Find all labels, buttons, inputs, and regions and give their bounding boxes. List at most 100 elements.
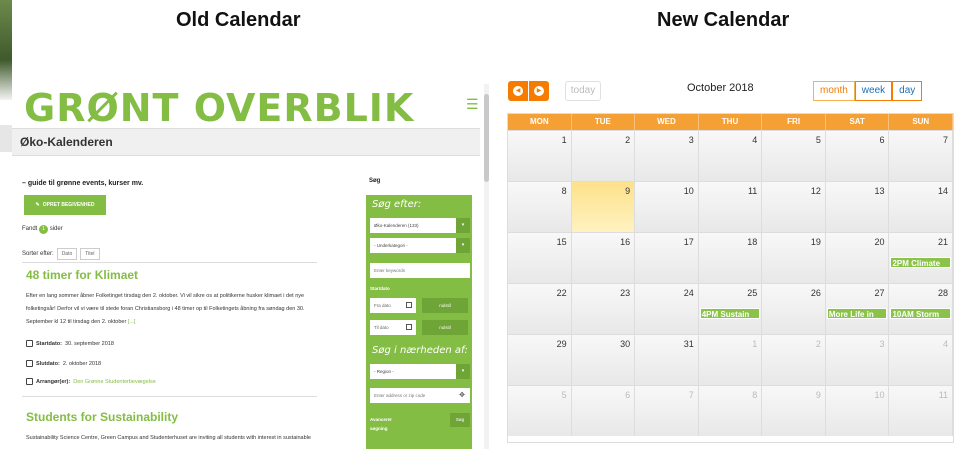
day-cell[interactable]: 4 xyxy=(698,131,763,181)
site-logo[interactable]: GRØNT OVERBLIK xyxy=(24,86,414,130)
day-number: 27 xyxy=(874,288,885,298)
day-cell[interactable]: 31 xyxy=(635,335,699,385)
day-cell[interactable]: 14 xyxy=(889,182,954,232)
to-date-input[interactable]: Til dato xyxy=(370,320,416,335)
day-cell[interactable]: 30 xyxy=(571,335,636,385)
from-date-input[interactable]: Fra dato xyxy=(370,298,416,313)
scrollbar-thumb[interactable] xyxy=(484,94,489,182)
day-cell[interactable]: 26 xyxy=(762,284,826,334)
category-select[interactable]: Øko-Kalenderen (133) ▾ xyxy=(370,218,470,233)
day-cell[interactable]: 24 xyxy=(635,284,699,334)
day-cell[interactable]: 3 xyxy=(825,335,890,385)
subcategory-select[interactable]: - Underkategori - ▾ xyxy=(370,238,470,253)
address-input[interactable]: Enter address or zip code ✥ xyxy=(370,388,470,403)
prev-month-button[interactable]: ◀ xyxy=(508,81,528,101)
subcategory-value: - Underkategori - xyxy=(374,243,408,248)
create-event-button[interactable]: ✎ OPRET BEGIVENHED xyxy=(24,195,106,215)
weekday-tue: TUE xyxy=(572,114,636,130)
day-cell[interactable]: 21 2PM Climate xyxy=(889,233,954,283)
sort-by-date-button[interactable]: Dato xyxy=(56,248,78,260)
weekday-thu: THU xyxy=(699,114,763,130)
next-month-button[interactable]: ▶ xyxy=(529,81,549,101)
day-cell[interactable]: 17 xyxy=(635,233,699,283)
day-cell[interactable]: 1 xyxy=(698,335,763,385)
day-cell[interactable]: 2 xyxy=(762,335,826,385)
month-grid: MON TUE WED THU FRI SAT SUN 1 2 3 4 5 6 7 8 9 10 11 12 13 1… xyxy=(507,113,954,443)
day-view-button[interactable]: day xyxy=(892,81,923,101)
background-photo-edge xyxy=(0,0,12,100)
day-cell[interactable]: 10 xyxy=(825,386,890,436)
organizer-link[interactable]: Den Grønne Studenterbevægelse xyxy=(73,379,156,385)
day-cell[interactable]: 15 xyxy=(508,233,572,283)
day-cell[interactable]: 23 xyxy=(571,284,636,334)
day-number: 19 xyxy=(810,237,821,247)
day-cell[interactable]: 25 4PM Sustain xyxy=(698,284,763,334)
calendar-event[interactable]: 4PM Sustain xyxy=(699,308,761,319)
day-cell[interactable]: 28 10AM Storm xyxy=(889,284,954,334)
day-cell[interactable]: 16 xyxy=(571,233,636,283)
keywords-input[interactable]: Enter keywords xyxy=(370,263,470,278)
day-number: 9 xyxy=(625,186,631,196)
day-cell[interactable]: 10 xyxy=(635,182,699,232)
calendar-event[interactable]: 10AM Storm xyxy=(890,308,952,319)
day-cell[interactable]: 29 xyxy=(508,335,572,385)
day-number: 6 xyxy=(879,135,885,145)
reset-to-button[interactable]: nulstil xyxy=(422,320,468,335)
advanced-search-link[interactable]: Avanceret søgning xyxy=(370,415,410,433)
day-cell[interactable]: 8 xyxy=(508,182,572,232)
search-button[interactable]: Søg xyxy=(450,413,470,427)
event-title-link[interactable]: 48 timer for Klimaet xyxy=(26,268,138,282)
day-number: 23 xyxy=(620,288,631,298)
today-button[interactable]: today xyxy=(565,81,601,101)
day-number: 11 xyxy=(747,186,758,196)
week-view-button[interactable]: week xyxy=(854,81,893,101)
day-cell[interactable]: 6 xyxy=(571,386,636,436)
day-cell[interactable]: 9 xyxy=(571,182,636,232)
day-cell[interactable]: 1 xyxy=(508,131,572,181)
day-cell[interactable]: 19 xyxy=(762,233,826,283)
day-number: 3 xyxy=(879,339,885,349)
people-icon xyxy=(26,378,33,385)
day-number: 1 xyxy=(561,135,567,145)
day-cell[interactable]: 4 xyxy=(889,335,954,385)
day-cell[interactable]: 11 xyxy=(698,182,763,232)
region-select[interactable]: - Region - ▾ xyxy=(370,364,470,379)
week-row: 5 6 7 8 9 10 11 xyxy=(508,385,954,436)
week-row: 29 30 31 1 2 3 4 xyxy=(508,334,954,385)
day-number: 4 xyxy=(752,135,758,145)
day-cell[interactable]: 13 xyxy=(825,182,890,232)
day-cell[interactable]: 8 xyxy=(698,386,763,436)
day-cell[interactable]: 11 xyxy=(889,386,954,436)
calendar-event[interactable]: More Life in xyxy=(826,308,888,319)
count-badge: 1 xyxy=(39,225,49,234)
day-number: 24 xyxy=(683,288,694,298)
day-number: 6 xyxy=(625,390,631,400)
day-cell[interactable]: 7 xyxy=(889,131,954,181)
month-view-button[interactable]: month xyxy=(813,81,855,101)
day-number: 4 xyxy=(943,339,949,349)
day-cell[interactable]: 9 xyxy=(762,386,826,436)
sort-controls: Sorter efter: Dato Titel xyxy=(22,248,100,260)
day-number: 2 xyxy=(815,339,821,349)
day-cell[interactable]: 22 xyxy=(508,284,572,334)
day-number: 15 xyxy=(556,237,567,247)
day-number: 11 xyxy=(938,390,949,400)
calendar-event[interactable]: 2PM Climate xyxy=(890,257,952,268)
day-cell[interactable]: 12 xyxy=(762,182,826,232)
day-cell[interactable]: 27 More Life in xyxy=(825,284,890,334)
day-cell[interactable]: 18 xyxy=(698,233,763,283)
day-cell[interactable]: 6 xyxy=(825,131,890,181)
day-cell[interactable]: 7 xyxy=(635,386,699,436)
read-more-link[interactable]: [...] xyxy=(128,319,136,325)
day-cell[interactable]: 5 xyxy=(508,386,572,436)
day-number: 31 xyxy=(683,339,694,349)
day-cell[interactable]: 5 xyxy=(762,131,826,181)
sort-by-title-button[interactable]: Titel xyxy=(80,248,100,260)
event-title-link[interactable]: Students for Sustainability xyxy=(26,410,178,424)
day-cell[interactable]: 2 xyxy=(571,131,636,181)
start-date-value: 30. september 2018 xyxy=(64,340,114,347)
day-cell[interactable]: 3 xyxy=(635,131,699,181)
day-cell[interactable]: 20 xyxy=(825,233,890,283)
menu-icon[interactable]: ☰ xyxy=(466,96,479,113)
reset-from-button[interactable]: nulstil xyxy=(422,298,468,313)
